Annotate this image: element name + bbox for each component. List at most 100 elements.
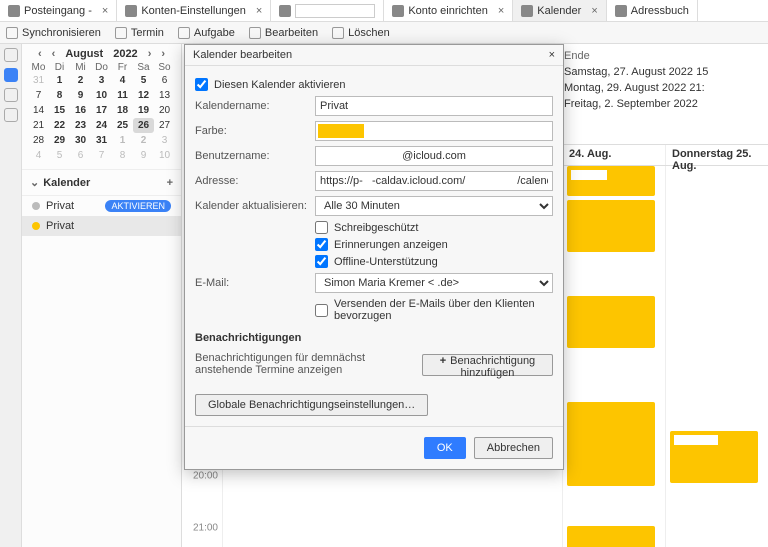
address-input[interactable] [315, 171, 553, 191]
mini-day[interactable]: 19 [133, 103, 154, 118]
refresh-select[interactable]: Alle 30 Minuten [315, 196, 553, 216]
mini-day[interactable]: 4 [28, 148, 49, 163]
mini-day[interactable]: 26 [133, 118, 154, 133]
next-month2-icon[interactable]: › [161, 48, 165, 60]
app-rail [0, 44, 22, 547]
mini-day[interactable]: 2 [133, 133, 154, 148]
mini-day[interactable]: 16 [70, 103, 91, 118]
day-column[interactable] [562, 166, 665, 547]
mini-day[interactable]: 18 [112, 103, 133, 118]
calendar-event[interactable] [567, 200, 655, 252]
tab[interactable]: Konto einrichten× [384, 0, 513, 21]
mini-day[interactable]: 6 [70, 148, 91, 163]
delete-button[interactable]: Löschen [332, 27, 390, 39]
mini-day[interactable]: 6 [154, 73, 175, 88]
sync-button[interactable]: Synchronisieren [6, 27, 101, 39]
task-button[interactable]: Aufgabe [178, 27, 235, 39]
calendar-list-item[interactable]: PrivatAKTIVIEREN [22, 196, 181, 216]
agenda-item[interactable]: Montag, 29. August 2022 21: [564, 80, 762, 96]
prev-month-icon[interactable]: ‹ [38, 48, 42, 60]
mini-day[interactable]: 24 [91, 118, 112, 133]
next-month-icon[interactable]: › [148, 48, 152, 60]
mini-day[interactable]: 11 [112, 88, 133, 103]
cancel-button[interactable]: Abbrechen [474, 437, 553, 459]
offline-checkbox[interactable] [315, 255, 328, 268]
chevron-down-icon[interactable]: ⌄ [30, 176, 39, 189]
tab[interactable]: Adressbuch [607, 0, 698, 21]
mini-day[interactable]: 23 [70, 118, 91, 133]
close-icon[interactable]: × [549, 49, 555, 61]
mini-day[interactable]: 9 [133, 148, 154, 163]
tab[interactable]: Kalender × [513, 0, 606, 21]
mini-day[interactable]: 31 [28, 73, 49, 88]
mini-day[interactable]: 5 [133, 73, 154, 88]
mini-day[interactable]: 10 [154, 148, 175, 163]
mini-day[interactable]: 27 [154, 118, 175, 133]
tab[interactable] [271, 0, 384, 21]
tab[interactable]: Posteingang -× [0, 0, 117, 21]
mini-day[interactable]: 12 [133, 88, 154, 103]
agenda-item[interactable]: Freitag, 2. September 2022 [564, 96, 762, 112]
calendar-event[interactable] [567, 402, 655, 486]
ok-button[interactable]: OK [424, 437, 466, 459]
reminders-checkbox[interactable] [315, 238, 328, 251]
username-input[interactable] [315, 146, 553, 166]
tab-label: Kalender [537, 5, 581, 17]
mini-day[interactable]: 9 [70, 88, 91, 103]
mini-day[interactable]: 2 [70, 73, 91, 88]
edit-button[interactable]: Bearbeiten [249, 27, 318, 39]
mini-day[interactable]: 25 [112, 118, 133, 133]
mini-day[interactable]: 8 [112, 148, 133, 163]
mini-day[interactable]: 13 [154, 88, 175, 103]
mini-day[interactable]: 7 [28, 88, 49, 103]
close-icon[interactable]: × [591, 5, 597, 17]
calendar-event[interactable] [567, 296, 655, 348]
color-picker[interactable] [315, 121, 553, 141]
event-button[interactable]: Termin [115, 27, 164, 39]
global-notifications-button[interactable]: Globale Benachrichtigungseinstellungen… [195, 394, 428, 416]
mini-day[interactable]: 17 [91, 103, 112, 118]
prev-month2-icon[interactable]: ‹ [52, 48, 56, 60]
mini-day[interactable]: 28 [28, 133, 49, 148]
mail-rail-icon[interactable] [4, 48, 18, 62]
calendar-event[interactable] [567, 526, 655, 547]
add-notification-button[interactable]: +Benachrichtigung hinzufügen [422, 354, 553, 376]
day-header: Donnerstag 25. Aug. [665, 145, 768, 165]
readonly-checkbox[interactable] [315, 221, 328, 234]
activate-checkbox[interactable] [195, 78, 208, 91]
mini-day[interactable]: 3 [91, 73, 112, 88]
calendar-list-item[interactable]: Privat [22, 216, 181, 236]
email-select[interactable]: Simon Maria Kremer < .de> [315, 273, 553, 293]
mini-day[interactable]: 31 [91, 133, 112, 148]
tab[interactable]: Konten-Einstellungen× [117, 0, 271, 21]
mini-day[interactable]: 20 [154, 103, 175, 118]
agenda-item[interactable]: Samstag, 27. August 2022 15 [564, 64, 762, 80]
send-client-checkbox[interactable] [315, 304, 328, 317]
calendar-rail-icon[interactable] [4, 68, 18, 82]
chat-rail-icon[interactable] [4, 108, 18, 122]
mini-day[interactable]: 3 [154, 133, 175, 148]
name-input[interactable] [315, 96, 553, 116]
close-icon[interactable]: × [256, 5, 262, 17]
mini-day[interactable]: 21 [28, 118, 49, 133]
mini-day[interactable]: 5 [49, 148, 70, 163]
mini-day[interactable]: 7 [91, 148, 112, 163]
activate-badge[interactable]: AKTIVIEREN [105, 200, 171, 212]
close-icon[interactable]: × [498, 5, 504, 17]
mini-day[interactable]: 8 [49, 88, 70, 103]
close-icon[interactable]: × [102, 5, 108, 17]
calendar-event[interactable] [567, 166, 655, 196]
mini-day[interactable]: 1 [112, 133, 133, 148]
mini-day[interactable]: 22 [49, 118, 70, 133]
mini-day[interactable]: 29 [49, 133, 70, 148]
day-column[interactable] [665, 166, 768, 547]
mini-day[interactable]: 10 [91, 88, 112, 103]
mini-day[interactable]: 14 [28, 103, 49, 118]
tasks-rail-icon[interactable] [4, 88, 18, 102]
mini-day[interactable]: 30 [70, 133, 91, 148]
add-calendar-icon[interactable]: + [167, 177, 173, 189]
mini-day[interactable]: 4 [112, 73, 133, 88]
mini-day[interactable]: 1 [49, 73, 70, 88]
calendar-event[interactable] [670, 431, 758, 483]
mini-day[interactable]: 15 [49, 103, 70, 118]
